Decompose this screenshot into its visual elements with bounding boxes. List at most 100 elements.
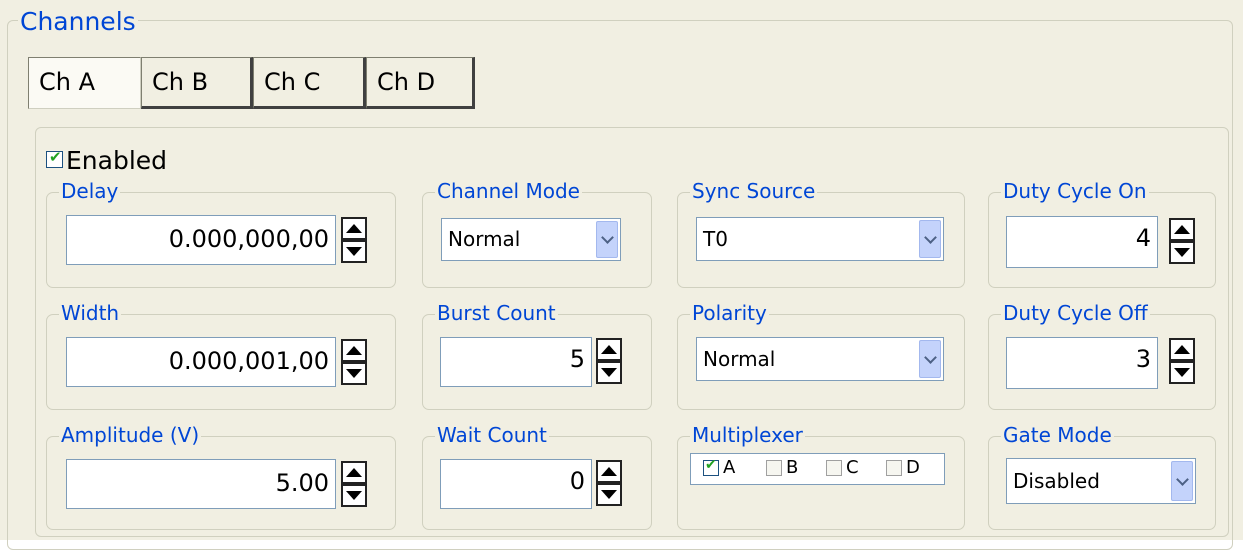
amplitude-value: 5.00	[275, 469, 329, 497]
delay-value: 0.000,000,00	[168, 225, 329, 253]
channels-panel: Channels Ch A Ch B Ch C Ch D ✔ Enabled D…	[0, 0, 1243, 550]
amplitude-spinner[interactable]	[341, 461, 367, 507]
gate-mode-value: Disabled	[1013, 469, 1100, 493]
tab-ch-b[interactable]: Ch B	[141, 57, 253, 109]
duty-cycle-off-value: 3	[1135, 345, 1151, 373]
gate-mode-select[interactable]: Disabled	[1006, 458, 1196, 504]
width-input[interactable]: 0.000,001,00	[66, 337, 336, 387]
triangle-down-icon	[346, 247, 362, 256]
multiplexer-c-checkbox[interactable]	[826, 460, 842, 476]
multiplexer-d-checkbox[interactable]	[886, 460, 902, 476]
multiplexer-label: Multiplexer	[690, 423, 805, 447]
duty-cycle-on-spinner[interactable]	[1169, 218, 1195, 264]
tab-ch-d-label: Ch D	[377, 68, 436, 96]
multiplexer-box: ✔ A B C D	[690, 453, 945, 485]
triangle-down-icon	[1174, 368, 1190, 377]
wait-count-spinner[interactable]	[596, 460, 622, 506]
burst-count-label: Burst Count	[435, 301, 558, 325]
triangle-down-icon	[346, 369, 362, 378]
tab-ch-c-label: Ch C	[264, 68, 321, 96]
sync-source-dropdown-button[interactable]	[919, 220, 941, 258]
polarity-value: Normal	[703, 347, 776, 371]
chevron-down-icon	[600, 231, 614, 244]
width-value: 0.000,001,00	[168, 347, 329, 375]
wait-count-spin-down-button[interactable]	[596, 483, 622, 506]
tab-ch-b-label: Ch B	[152, 68, 209, 96]
delay-spinner[interactable]	[341, 217, 367, 263]
amplitude-label: Amplitude (V)	[59, 423, 202, 447]
delay-spin-up-button[interactable]	[341, 217, 367, 240]
wait-count-input[interactable]: 0	[440, 459, 592, 509]
amplitude-spin-down-button[interactable]	[341, 484, 367, 507]
triangle-up-icon	[1174, 225, 1190, 234]
enabled-checkbox[interactable]: ✔	[46, 148, 63, 168]
channel-mode-value: Normal	[448, 227, 521, 251]
duty-cycle-on-spin-up-button[interactable]	[1169, 218, 1195, 241]
width-spin-down-button[interactable]	[341, 362, 367, 385]
width-label: Width	[59, 301, 122, 325]
width-spinner[interactable]	[341, 339, 367, 385]
duty-cycle-off-label: Duty Cycle Off	[1001, 301, 1150, 325]
multiplexer-a-label: A	[723, 457, 736, 478]
sync-source-value: T0	[703, 227, 728, 251]
duty-cycle-off-input[interactable]: 3	[1006, 337, 1158, 389]
triangle-up-icon	[346, 468, 362, 477]
triangle-up-icon	[1174, 345, 1190, 354]
gate-mode-label: Gate Mode	[1001, 423, 1114, 447]
multiplexer-c-label: C	[846, 457, 859, 478]
sync-source-label: Sync Source	[690, 179, 818, 203]
duty-cycle-on-value: 4	[1135, 224, 1151, 252]
triangle-down-icon	[1174, 248, 1190, 257]
triangle-up-icon	[346, 224, 362, 233]
burst-count-spin-up-button[interactable]	[596, 338, 622, 361]
duty-cycle-on-label: Duty Cycle On	[1001, 179, 1149, 203]
polarity-label: Polarity	[690, 301, 769, 325]
enabled-label: Enabled	[66, 146, 168, 175]
channel-mode-label: Channel Mode	[435, 179, 582, 203]
chevron-down-icon	[923, 230, 937, 244]
chevron-down-icon	[923, 350, 937, 364]
tab-ch-c[interactable]: Ch C	[253, 57, 366, 109]
tab-ch-a-label: Ch A	[39, 68, 96, 96]
wait-count-label: Wait Count	[435, 423, 549, 447]
duty-cycle-off-spin-up-button[interactable]	[1169, 338, 1195, 361]
channel-mode-dropdown-button[interactable]	[596, 221, 618, 258]
delay-spin-down-button[interactable]	[341, 240, 367, 263]
amplitude-input[interactable]: 5.00	[66, 459, 336, 509]
gate-mode-dropdown-button[interactable]	[1171, 461, 1193, 501]
burst-count-spinner[interactable]	[596, 338, 622, 384]
wait-count-spin-up-button[interactable]	[596, 460, 622, 483]
multiplexer-d-label: D	[906, 457, 920, 478]
checkmark-icon: ✔	[705, 457, 717, 473]
sync-source-select[interactable]: T0	[696, 217, 944, 261]
triangle-down-icon	[601, 490, 617, 499]
tab-ch-d[interactable]: Ch D	[366, 57, 475, 109]
tab-ch-a[interactable]: Ch A	[28, 57, 141, 109]
delay-input[interactable]: 0.000,000,00	[66, 215, 336, 265]
polarity-select[interactable]: Normal	[696, 337, 944, 381]
multiplexer-a-checkbox[interactable]: ✔	[703, 457, 719, 476]
polarity-dropdown-button[interactable]	[919, 340, 941, 378]
burst-count-spin-down-button[interactable]	[596, 361, 622, 384]
triangle-down-icon	[346, 491, 362, 500]
checkmark-icon: ✔	[49, 148, 62, 166]
duty-cycle-on-spin-down-button[interactable]	[1169, 241, 1195, 264]
channel-mode-select[interactable]: Normal	[441, 218, 621, 261]
burst-count-input[interactable]: 5	[440, 337, 592, 387]
chevron-down-icon	[1175, 472, 1189, 486]
triangle-up-icon	[601, 467, 617, 476]
burst-count-value: 5	[569, 345, 585, 373]
wait-count-value: 0	[569, 467, 585, 495]
duty-cycle-off-spin-down-button[interactable]	[1169, 361, 1195, 384]
multiplexer-b-checkbox[interactable]	[766, 460, 782, 476]
duty-cycle-on-input[interactable]: 4	[1006, 216, 1158, 268]
channels-group-title: Channels	[18, 7, 138, 36]
delay-label: Delay	[59, 179, 121, 203]
triangle-up-icon	[601, 345, 617, 354]
triangle-down-icon	[601, 368, 617, 377]
duty-cycle-off-spinner[interactable]	[1169, 338, 1195, 384]
triangle-up-icon	[346, 346, 362, 355]
multiplexer-b-label: B	[786, 457, 799, 478]
amplitude-spin-up-button[interactable]	[341, 461, 367, 484]
width-spin-up-button[interactable]	[341, 339, 367, 362]
